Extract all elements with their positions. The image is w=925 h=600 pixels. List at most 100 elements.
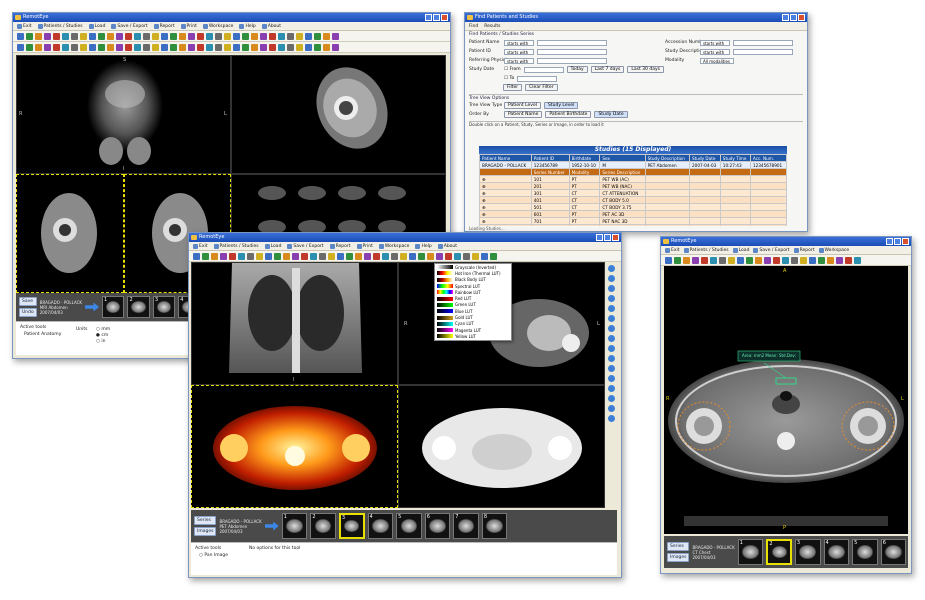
toolbar-tool-icon[interactable]: [328, 252, 335, 260]
series-thumb[interactable]: 7: [453, 513, 479, 539]
toolbar-tool-icon[interactable]: [364, 252, 371, 260]
menu-help[interactable]: Help: [415, 243, 432, 249]
series-row[interactable]: ⊕ 101 PT PET WB (AC): [479, 175, 787, 183]
toolbar-tool-icon[interactable]: [287, 43, 294, 51]
viewport-sagittal-2[interactable]: [16, 174, 124, 293]
tab-results[interactable]: Results: [484, 24, 500, 29]
close-icon[interactable]: [798, 14, 805, 21]
patient-id-mode[interactable]: starts with: [504, 48, 534, 55]
toolbar-tool-icon[interactable]: [26, 43, 33, 51]
column-header[interactable]: Study Time: [719, 154, 751, 162]
toolbar-tool-icon[interactable]: [728, 256, 735, 264]
toolbar-tool-icon[interactable]: [314, 43, 321, 51]
strip-button-undo[interactable]: Undo: [19, 308, 37, 317]
toolbar-tool-icon[interactable]: [665, 256, 672, 264]
side-tool-icon[interactable]: [608, 385, 615, 392]
toolbar-tool-icon[interactable]: [409, 252, 416, 260]
series-thumb[interactable]: 4: [367, 513, 394, 539]
series-thumb[interactable]: 8: [481, 513, 508, 539]
strip-button-save[interactable]: Save: [19, 297, 37, 306]
colormap-menu-item[interactable]: Yellow LUT: [435, 333, 511, 339]
toolbar-tool-icon[interactable]: [202, 252, 209, 260]
side-tool-icon[interactable]: [608, 375, 615, 382]
order-patient-name-button[interactable]: Patient Name: [504, 111, 543, 118]
toolbar-tool-icon[interactable]: [197, 43, 204, 51]
minimize-icon[interactable]: [782, 14, 789, 21]
menu-patients[interactable]: Patients / Studies: [37, 23, 83, 29]
toolbar-tool-icon[interactable]: [418, 252, 425, 260]
toolbar-tool-icon[interactable]: [314, 32, 321, 40]
strip-button-images[interactable]: Images: [667, 553, 690, 562]
order-birthdate-button[interactable]: Patient Birthdate: [545, 111, 592, 118]
filter-button[interactable]: Filter: [503, 84, 523, 91]
toolbar-tool-icon[interactable]: [773, 256, 780, 264]
toolbar-tool-icon[interactable]: [89, 43, 96, 51]
toolbar-tool-icon[interactable]: [274, 252, 281, 260]
active-tool-name[interactable]: ○ Pan Image: [199, 553, 228, 558]
toolbar-tool-icon[interactable]: [454, 252, 461, 260]
toolbar-tool-icon[interactable]: [53, 32, 60, 40]
toolbar-tool-icon[interactable]: [323, 43, 330, 51]
toolbar-tool-icon[interactable]: [719, 256, 726, 264]
menu-load[interactable]: Load: [88, 23, 105, 29]
toolbar-tool-icon[interactable]: [463, 252, 470, 260]
menu-workspace[interactable]: Workspace: [378, 243, 409, 249]
toolbar-tool-icon[interactable]: [197, 32, 204, 40]
toolbar-tool-icon[interactable]: [710, 256, 717, 264]
toolbar-tool-icon[interactable]: [809, 256, 816, 264]
toolbar-tool-icon[interactable]: [674, 256, 681, 264]
physician-input[interactable]: [537, 57, 607, 64]
series-thumb[interactable]: 1: [281, 513, 308, 539]
modality-select[interactable]: All modalities: [700, 57, 734, 64]
toolbar-tool-icon[interactable]: [472, 252, 479, 260]
column-header[interactable]: Acc. Num.: [749, 154, 787, 162]
side-tool-icon[interactable]: [608, 405, 615, 412]
series-thumb[interactable]: 3: [794, 539, 821, 565]
series-thumb[interactable]: 5: [852, 539, 878, 565]
toolbar-tool-icon[interactable]: [80, 43, 87, 51]
toolbar-tool-icon[interactable]: [265, 252, 272, 260]
toolbar-tool-icon[interactable]: [53, 43, 60, 51]
column-header[interactable]: Patient Name: [479, 154, 532, 162]
toolbar-tool-icon[interactable]: [161, 43, 168, 51]
study-desc-input[interactable]: [733, 48, 793, 55]
toolbar-tool-icon[interactable]: [400, 252, 407, 260]
toolbar-tool-icon[interactable]: [238, 252, 245, 260]
menu-help[interactable]: Help: [239, 23, 256, 29]
toolbar-tool-icon[interactable]: [229, 252, 236, 260]
menu-exit[interactable]: Exit: [193, 243, 208, 249]
toolbar-tool-icon[interactable]: [224, 43, 231, 51]
series-thumb[interactable]: 5: [396, 513, 422, 539]
toolbar-tool-icon[interactable]: [17, 43, 24, 51]
toolbar-tool-icon[interactable]: [251, 43, 258, 51]
image-viewport[interactable]: Area: mm2 Mean: Std.Dev: A R L P: [664, 266, 908, 534]
toolbar-tool-icon[interactable]: [193, 252, 200, 260]
maximize-icon[interactable]: [604, 234, 611, 241]
toolbar-tool-icon[interactable]: [134, 43, 141, 51]
toolbar-tool-icon[interactable]: [332, 43, 339, 51]
toolbar-tool-icon[interactable]: [62, 32, 69, 40]
toolbar-tool-icon[interactable]: [211, 252, 218, 260]
toolbar-tool-icon[interactable]: [301, 252, 308, 260]
study-desc-mode[interactable]: starts with: [700, 48, 730, 55]
toolbar-tool-icon[interactable]: [206, 43, 213, 51]
toolbar-tool-icon[interactable]: [220, 252, 227, 260]
series-thumb[interactable]: 6: [424, 513, 451, 539]
menu-report[interactable]: Report: [793, 247, 815, 253]
date-to-input[interactable]: [517, 75, 558, 82]
minimize-icon[interactable]: [886, 238, 893, 245]
toolbar-tool-icon[interactable]: [170, 43, 177, 51]
toolbar-tool-icon[interactable]: [296, 32, 303, 40]
units-radio-mm[interactable]: ○ mm: [96, 327, 110, 332]
toolbar-tool-icon[interactable]: [854, 256, 861, 264]
patient-name-input[interactable]: [537, 39, 607, 46]
toolbar-tool-icon[interactable]: [269, 43, 276, 51]
menu-report[interactable]: Report: [153, 23, 175, 29]
toolbar-tool-icon[interactable]: [188, 43, 195, 51]
toolbar-tool-icon[interactable]: [143, 32, 150, 40]
menu-about[interactable]: About: [437, 243, 457, 249]
toolbar-tool-icon[interactable]: [98, 43, 105, 51]
toolbar-tool-icon[interactable]: [152, 32, 159, 40]
menu-workspace[interactable]: Workspace: [818, 247, 849, 253]
today-button[interactable]: Today: [566, 66, 588, 73]
